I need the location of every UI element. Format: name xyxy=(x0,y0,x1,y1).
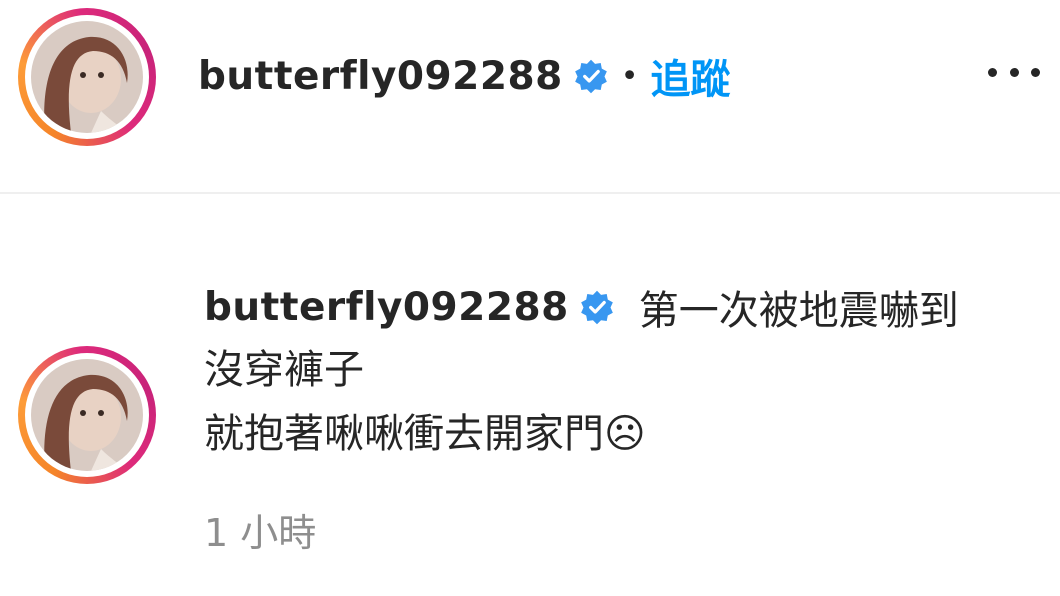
avatar[interactable] xyxy=(18,8,156,146)
comment-avatar[interactable] xyxy=(18,346,156,484)
verified-badge-icon xyxy=(580,290,613,325)
more-options-icon[interactable] xyxy=(988,60,1040,84)
profile-photo xyxy=(31,21,143,133)
comment-first-line: butterfly092288 第一次被地震嚇到 xyxy=(204,276,1024,338)
profile-photo xyxy=(31,359,143,471)
more-dot xyxy=(988,67,997,77)
more-dot xyxy=(1009,67,1019,77)
caption-text-first-line: 第一次被地震嚇到 xyxy=(638,288,959,334)
header-user-row: butterfly092288 • 追蹤 xyxy=(198,48,730,104)
verified-badge-icon xyxy=(574,59,607,94)
comment-timestamp[interactable]: 1 小時 xyxy=(204,502,316,557)
follow-button[interactable]: 追蹤 xyxy=(650,47,730,105)
separator-dot: • xyxy=(620,58,639,94)
divider xyxy=(0,192,1060,194)
comment-body: butterfly092288 第一次被地震嚇到 沒穿褲子 就抱著啾啾衝去開家門… xyxy=(204,276,1024,466)
more-dot xyxy=(1031,67,1040,77)
header-username[interactable]: butterfly092288 xyxy=(198,54,563,99)
caption-text: 沒穿褲子 就抱著啾啾衝去開家門☹ xyxy=(204,347,646,457)
post-header: butterfly092288 • 追蹤 xyxy=(0,0,1060,192)
comment-username[interactable]: butterfly092288 xyxy=(204,285,569,330)
